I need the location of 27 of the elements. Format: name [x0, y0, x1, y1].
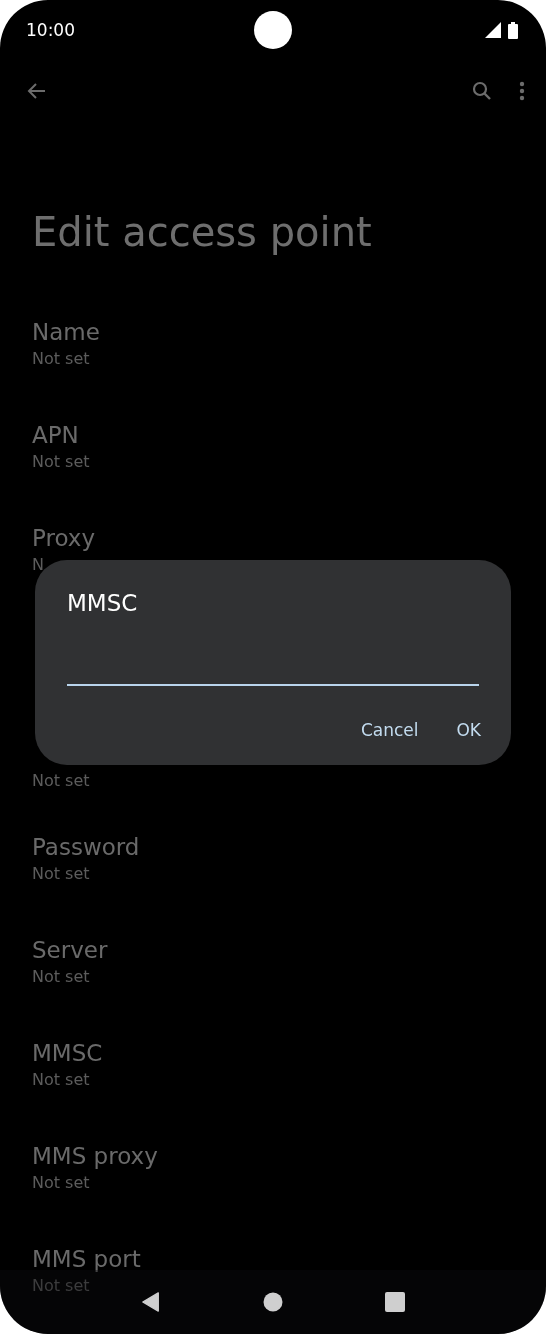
setting-value: Not set [32, 348, 90, 370]
setting-value: Not set [32, 451, 90, 473]
dialog-button[interactable]: Cancel [346, 712, 433, 748]
setting-title[interactable]: Name [32, 317, 100, 347]
signal-icon [485, 22, 501, 38]
page-title: Edit access point [32, 208, 373, 257]
setting-title[interactable]: Password [32, 832, 140, 862]
setting-title[interactable]: MMS proxy [32, 1141, 158, 1171]
back-triangle-icon[interactable] [141, 1292, 161, 1312]
setting-value: Not set [32, 966, 90, 988]
status-time: 10:00 [26, 20, 75, 40]
setting-title[interactable]: MMSC [32, 1038, 103, 1068]
dialog-button[interactable]: OK [442, 712, 495, 748]
setting-title[interactable]: Server [32, 935, 108, 965]
setting-title[interactable]: Proxy [32, 523, 95, 553]
setting-value: Not set [32, 863, 90, 885]
setting-title[interactable]: APN [32, 420, 79, 450]
dialog-title: MMSC [67, 589, 138, 618]
camera-hole [254, 11, 292, 49]
setting-title[interactable]: MMS port [32, 1244, 141, 1274]
more-options-icon[interactable] [518, 79, 526, 103]
home-circle-icon[interactable] [263, 1292, 283, 1312]
setting-value: N [32, 554, 44, 576]
setting-value: Not set [32, 1069, 90, 1091]
setting-value: Not set [32, 1172, 90, 1194]
setting-value: Not set [32, 770, 90, 792]
battery-icon [508, 21, 518, 39]
